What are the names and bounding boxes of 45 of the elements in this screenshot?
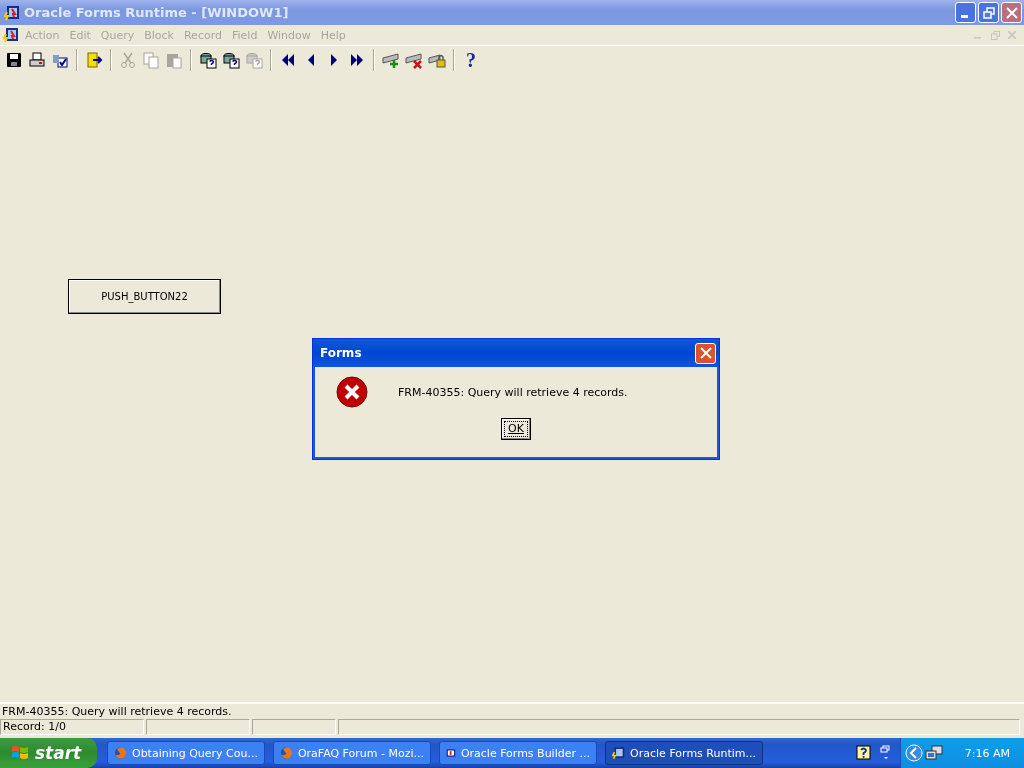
error-icon <box>336 375 370 409</box>
ok-button[interactable]: OK <box>501 418 531 440</box>
cross-icon <box>405 51 423 69</box>
close-icon <box>699 347 712 359</box>
scissors-icon <box>119 51 137 69</box>
record-indicator: Record: 1/0 <box>0 719 144 735</box>
taskbar-button[interactable]: Obtaining Query Cou... <box>107 741 265 765</box>
double-arrow-right-icon <box>348 51 366 69</box>
status-message: FRM-40355: Query will retrieve 4 records. <box>1 704 233 719</box>
restore-icon <box>982 6 995 19</box>
close-button[interactable] <box>695 342 716 364</box>
database-question-icon <box>245 51 263 69</box>
document-icon <box>3 27 19 43</box>
dialog-title: Forms <box>320 346 363 360</box>
taskbar-button[interactable]: OraFAQ Forum - Mozi... <box>273 741 431 765</box>
close-button[interactable] <box>1001 2 1022 23</box>
window-icon[interactable] <box>879 745 892 761</box>
start-button[interactable]: start <box>0 738 97 768</box>
database-question-icon <box>199 51 217 69</box>
network-icon[interactable] <box>924 745 943 761</box>
help-button[interactable]: ? <box>460 49 482 71</box>
database-question-icon <box>222 51 240 69</box>
minimize-button[interactable] <box>955 2 976 23</box>
paste-icon <box>165 51 183 69</box>
taskbar-button[interactable]: Oracle Forms Builder ... <box>439 741 597 765</box>
minimize-icon <box>960 14 968 18</box>
restore-button[interactable] <box>978 2 999 23</box>
dialog-message: FRM-40355: Query will retrieve 4 records. <box>398 385 628 399</box>
printer-icon <box>28 51 46 69</box>
app-icon <box>4 4 20 21</box>
windows-logo-icon <box>10 744 30 762</box>
push-button[interactable]: PUSH_BUTTON22 <box>68 279 221 314</box>
chevron-left-icon[interactable] <box>904 744 923 762</box>
taskbar-button[interactable]: Oracle Forms Runtim... <box>605 741 763 765</box>
help-icon[interactable] <box>855 745 872 761</box>
close-icon <box>1008 31 1016 39</box>
copy-icon <box>142 51 160 69</box>
close-icon <box>1005 6 1018 19</box>
door-arrow-icon <box>85 51 103 69</box>
app-icon <box>612 745 626 761</box>
padlock-icon <box>428 51 446 69</box>
restore-icon <box>990 30 1000 40</box>
window-title: Oracle Forms Runtime - [WINDOW1] <box>24 5 290 20</box>
plus-icon <box>382 51 400 69</box>
clock: 7:16 AM <box>964 746 1010 760</box>
